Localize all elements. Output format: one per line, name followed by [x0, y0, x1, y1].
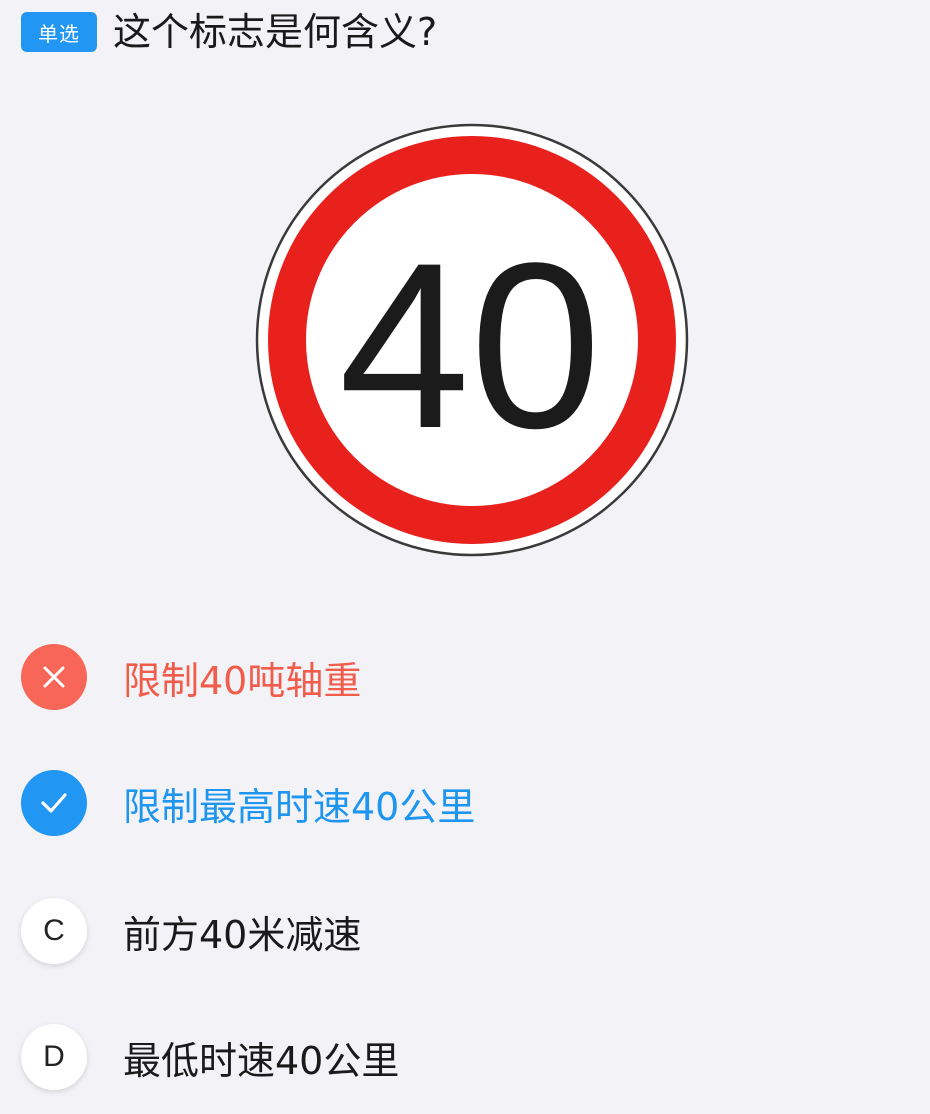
- option-c[interactable]: C 前方40米减速: [21, 898, 361, 964]
- speed-limit-sign-graphic: 40: [255, 123, 689, 557]
- option-d[interactable]: D 最低时速40公里: [21, 1024, 399, 1090]
- question-text: 这个标志是何含义?: [113, 10, 438, 54]
- question-type-badge: 单选: [21, 12, 97, 52]
- option-b[interactable]: 限制最高时速40公里: [21, 770, 475, 836]
- option-c-label: 前方40米减速: [123, 912, 362, 957]
- question-header: 单选 这个标志是何含义?: [21, 8, 437, 56]
- option-a[interactable]: 限制40吨轴重: [21, 644, 361, 710]
- close-icon: [43, 666, 65, 688]
- option-d-label: 最低时速40公里: [123, 1038, 400, 1083]
- check-icon: [41, 793, 67, 813]
- option-a-label: 限制40吨轴重: [123, 658, 362, 703]
- option-c-letter-marker: C: [21, 898, 87, 964]
- option-b-label: 限制最高时速40公里: [123, 784, 476, 829]
- option-b-correct-marker: [21, 770, 87, 836]
- sign-speed-number: 40: [339, 214, 602, 478]
- option-d-letter-marker: D: [21, 1024, 87, 1090]
- option-a-wrong-marker: [21, 644, 87, 710]
- speed-limit-sign-image: 40: [252, 122, 692, 562]
